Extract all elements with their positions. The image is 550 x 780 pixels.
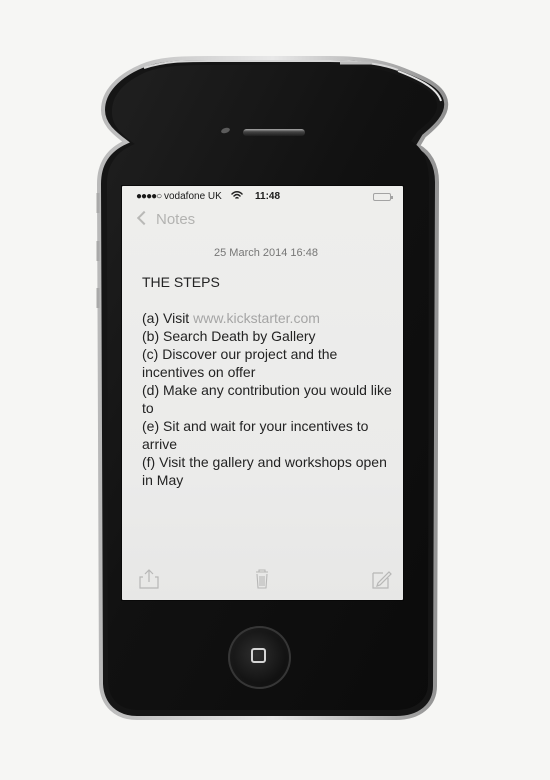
status-time: 11:48 (255, 191, 281, 202)
note-step-b: (b) Search Death by Gallery (142, 328, 316, 344)
trash-icon[interactable] (250, 567, 274, 591)
compose-icon[interactable] (369, 567, 393, 591)
note-step-f: (f) Visit the gallery and workshops open… (142, 454, 387, 488)
note-step-a: (a) Visit www.kickstarter.com (142, 309, 398, 327)
note-content[interactable]: THE STEPS (a) Visit www.kickstarter.com … (142, 273, 398, 489)
note-date: 25 March 2014 16:48 (214, 247, 318, 259)
note-step-d: (d) Make any contribution you would like… (142, 382, 392, 416)
note-step-e: (e) Sit and wait for your incentives to … (142, 418, 369, 452)
note-title: THE STEPS (142, 274, 220, 290)
speaker-grille (243, 129, 305, 136)
back-label: Notes (156, 211, 196, 228)
signal-strength: ●●●●○ (136, 191, 162, 202)
home-square-icon (251, 648, 266, 663)
carrier-name: vodafone UK (164, 191, 222, 202)
note-step-c: (c) Discover our project and the incenti… (142, 346, 338, 380)
wifi-icon (231, 190, 243, 205)
notes-back-button[interactable]: Notes (136, 209, 196, 231)
notes-toolbar (122, 558, 403, 600)
battery-icon (373, 193, 393, 201)
share-icon[interactable] (137, 567, 161, 591)
status-bar: ●●●●○ vodafone UK 11:48 (136, 190, 393, 205)
kickstarter-link[interactable]: www.kickstarter.com (193, 310, 320, 326)
photo-scene: ●●●●○ vodafone UK 11:48 Notes 25 March 2… (0, 0, 550, 780)
notes-screen: ●●●●○ vodafone UK 11:48 Notes 25 March 2… (122, 186, 403, 600)
home-button[interactable] (228, 626, 291, 689)
chevron-left-icon (136, 210, 152, 226)
note-step-a-text: (a) Visit (142, 310, 194, 326)
iphone: ●●●●○ vodafone UK 11:48 Notes 25 March 2… (96, 56, 449, 720)
